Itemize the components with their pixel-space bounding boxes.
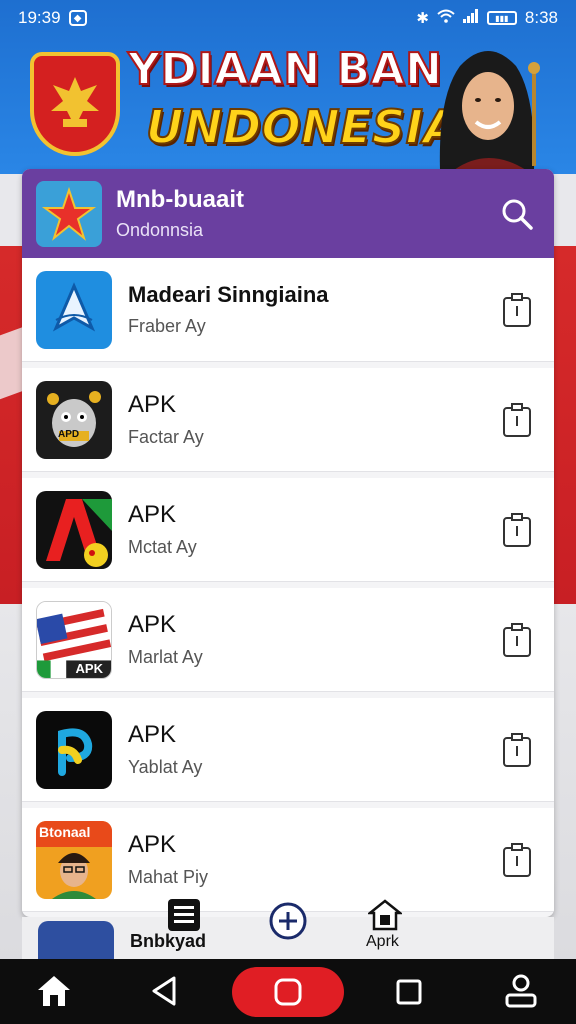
- recents-icon[interactable]: [396, 979, 422, 1010]
- tab-label-browse[interactable]: Bnbkyad: [130, 931, 206, 952]
- portrait-icon-label: Btonaal: [39, 823, 91, 840]
- download-icon[interactable]: [502, 842, 532, 878]
- home-button[interactable]: [232, 967, 344, 1017]
- flag-apk-icon: APK: [36, 600, 112, 679]
- paper-plane-icon: [36, 270, 112, 349]
- banner-title: YDIAAN BAN: [127, 43, 443, 96]
- robot-mascot-icon: APD: [36, 380, 112, 459]
- portrait-app-icon: Btonaal: [36, 820, 112, 899]
- woman-portrait-image: [430, 36, 546, 170]
- app-subtitle: Factar Ay: [128, 427, 204, 447]
- back-icon[interactable]: [150, 975, 178, 1012]
- store-header[interactable]: Mnb-buaait Ondonnsia: [22, 169, 554, 258]
- signal-icon: [462, 9, 479, 27]
- list-item[interactable]: APK Yablat Ay: [22, 698, 554, 802]
- bluetooth-icon: ✱: [416, 10, 429, 27]
- wifi-icon: [437, 9, 455, 27]
- app-subtitle: Fraber Ay: [128, 316, 206, 336]
- app-list: Madeari Sinngiaina Fraber Ay APD APK Fac…: [22, 258, 554, 912]
- app-subtitle: Marlat Ay: [128, 647, 203, 667]
- star-app-icon: [36, 180, 102, 247]
- store-title: Mnb-buaait: [116, 186, 244, 213]
- tab-label-apk[interactable]: Aprk: [366, 933, 399, 951]
- status-bar: 19:39 ◆ ✱ ▮▮▮ 8:38: [0, 0, 576, 36]
- app-list-card: Mnb-buaait Ondonnsia Madeari Sinngiaina …: [22, 169, 554, 917]
- letter-a-icon: [36, 490, 112, 569]
- app-subtitle: Yablat Ay: [128, 757, 203, 777]
- list-item[interactable]: APK APK Marlat Ay: [22, 588, 554, 692]
- robot-icon-label: APD: [58, 428, 80, 440]
- add-circle-icon[interactable]: [268, 901, 308, 946]
- app-title: APK: [128, 721, 177, 748]
- partial-app-icon: [38, 921, 114, 961]
- banner-subtitle: UNDONESIA: [145, 99, 460, 155]
- list-item[interactable]: Btonaal APK Mahat Piy: [22, 808, 554, 912]
- store-home-icon[interactable]: [366, 899, 404, 936]
- bottom-tab-bar: Bnbkyad Aprk: [22, 899, 554, 961]
- promo-banner: YDIAAN BAN UNDONESIA: [0, 36, 576, 170]
- download-icon[interactable]: [502, 402, 532, 438]
- download-icon[interactable]: [502, 292, 532, 328]
- app-subtitle: Mctat Ay: [128, 537, 197, 557]
- store-subtitle: Ondonnsia: [116, 220, 204, 240]
- status-clock: 8:38: [524, 8, 558, 27]
- app-subtitle: Mahat Piy: [128, 867, 209, 887]
- download-icon[interactable]: [502, 622, 532, 658]
- account-icon[interactable]: [504, 973, 538, 1014]
- p-logo-icon: [36, 710, 112, 789]
- download-icon[interactable]: [502, 732, 532, 768]
- app-title: APK: [128, 611, 177, 638]
- battery-icon: ▮▮▮: [486, 11, 517, 25]
- app-title: Madeari Sinngiaina: [128, 282, 329, 307]
- flag-icon-label: APK: [75, 660, 103, 676]
- app-title: APK: [128, 391, 177, 418]
- home-square-icon: [274, 978, 302, 1006]
- home-icon[interactable]: [36, 973, 72, 1014]
- app-title: APK: [128, 501, 177, 528]
- system-nav-bar: [0, 959, 576, 1024]
- app-title: APK: [128, 831, 177, 858]
- list-item[interactable]: Madeari Sinngiaina Fraber Ay: [22, 258, 554, 362]
- status-time: 19:39: [18, 8, 61, 27]
- list-item[interactable]: APK Mctat Ay: [22, 478, 554, 582]
- download-icon[interactable]: [502, 512, 532, 548]
- notification-icon: ◆: [68, 10, 87, 26]
- list-item[interactable]: APD APK Factar Ay: [22, 368, 554, 472]
- garuda-crest-icon: [30, 52, 120, 156]
- search-icon[interactable]: [498, 195, 536, 233]
